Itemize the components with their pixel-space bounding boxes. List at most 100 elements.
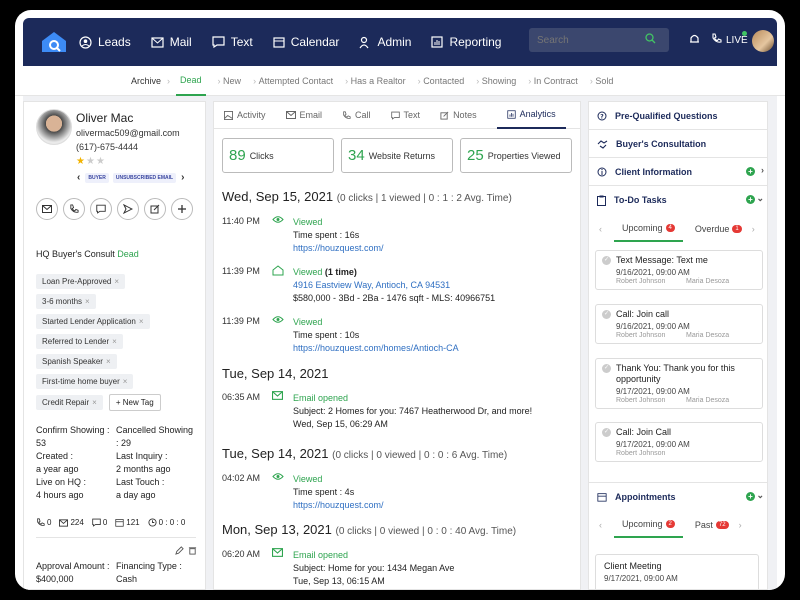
user-avatar[interactable] (752, 30, 774, 52)
metric-website-returns: 34 Website Returns (341, 138, 453, 173)
tab-upcoming[interactable]: Upcoming 4 (614, 216, 683, 242)
tag-item[interactable]: First-time home buyer × (36, 374, 134, 389)
tab-text[interactable]: Text (390, 102, 420, 129)
contact-phone[interactable]: (617)-675-4444 (76, 142, 138, 152)
chevron-down-icon[interactable]: ⌄ (756, 193, 764, 204)
stat-value: a day ago (116, 490, 156, 500)
tab-upcoming-appointments[interactable]: Upcoming 2 (614, 512, 683, 538)
send-action-button[interactable] (117, 198, 139, 220)
nav-label: Leads (98, 35, 131, 49)
nav-calendar[interactable]: Calendar (273, 35, 339, 49)
task-card[interactable]: ✓ Call: Join call 9/16/2021, 09:00 AM Rober… (595, 304, 763, 344)
tab-call[interactable]: Call (342, 102, 371, 129)
star-icon[interactable]: ★ (96, 156, 106, 167)
stat-value: a year ago (36, 464, 79, 474)
remove-tag-icon[interactable]: × (85, 297, 90, 306)
tab-notes[interactable]: Notes (440, 102, 477, 129)
check-icon[interactable]: ✓ (602, 364, 611, 373)
task-card[interactable]: ✓ Text Message: Text me 9/16/2021, 09:00 A… (595, 250, 763, 290)
consult-status-value[interactable]: Dead (117, 249, 139, 259)
event-link[interactable]: https://houzquest.com/homes/Antioch-CA (293, 342, 573, 355)
check-icon[interactable]: ✓ (602, 310, 611, 319)
new-tag-button[interactable]: + New Tag (108, 394, 161, 411)
task-assignee: Maria Desoza (686, 278, 730, 285)
tag-item[interactable]: Loan Pre-Approved × (36, 274, 126, 289)
stage-archive[interactable]: Archive › (131, 66, 170, 96)
section-todo[interactable]: To-Do Tasks + ⌄ (589, 186, 767, 214)
chevron-left-icon[interactable]: ‹ (599, 224, 602, 234)
search-icon[interactable] (645, 33, 656, 44)
event-link[interactable]: https://houzquest.com/ (293, 242, 573, 255)
trash-icon[interactable] (188, 546, 197, 555)
stage-new[interactable]: › New (212, 66, 242, 96)
stage-dead[interactable]: Dead (176, 66, 206, 96)
add-icon[interactable]: + (746, 492, 755, 501)
chevron-down-icon[interactable]: ⌄ (756, 490, 764, 501)
nav-admin[interactable]: Admin (359, 35, 411, 49)
chevron-left-icon[interactable]: ‹ (77, 172, 80, 183)
tag-item[interactable]: Spanish Speaker × (36, 354, 117, 369)
task-card[interactable]: ✓ Thank You: Thank you for this opportuni… (595, 358, 763, 409)
add-icon[interactable]: + (746, 167, 755, 176)
contact-email[interactable]: olivermac509@gmail.com (76, 128, 180, 138)
add-action-button[interactable] (171, 198, 193, 220)
email-action-button[interactable] (36, 198, 58, 220)
section-appointments[interactable]: Appointments + ⌄ (589, 482, 767, 510)
day-header: Mon, Sep 13, 2021 (0 clicks | 0 viewed |… (222, 522, 516, 537)
add-icon[interactable]: + (746, 195, 755, 204)
chevron-left-icon[interactable]: ‹ (599, 520, 602, 530)
stage-attempted-contact[interactable]: › Attempted Contact (247, 66, 333, 96)
live-label[interactable]: LIVE (726, 35, 748, 46)
tag-item[interactable]: Referred to Lender × (36, 334, 123, 349)
nav-reporting[interactable]: Reporting (431, 35, 501, 49)
remove-tag-icon[interactable]: × (106, 357, 111, 366)
pencil-icon[interactable] (175, 546, 184, 555)
stage-has-realtor[interactable]: › Has a Realtor (339, 66, 406, 96)
tab-past-appointments[interactable]: Past 72 (695, 512, 729, 538)
star-icon[interactable]: ★ (76, 156, 86, 167)
event-link[interactable]: https://houzquest.com/ (293, 499, 573, 512)
remove-tag-icon[interactable]: × (114, 277, 119, 286)
nav-mail[interactable]: Mail (151, 35, 192, 49)
chevron-right-icon[interactable]: › (181, 172, 184, 183)
stage-label: Has a Realtor (350, 75, 406, 86)
bell-icon[interactable] (689, 33, 700, 45)
tab-overdue[interactable]: Overdue 1 (695, 216, 742, 242)
nav-text[interactable]: Text (212, 35, 253, 49)
remove-tag-icon[interactable]: × (112, 337, 117, 346)
star-icon[interactable]: ★ (86, 156, 96, 167)
phone-icon[interactable] (711, 33, 722, 44)
chevron-right-icon[interactable]: › (752, 224, 755, 234)
task-card[interactable]: ✓ Call: Join Call 9/17/2021, 09:00 AM Rober… (595, 422, 763, 462)
stage-sold[interactable]: › Sold (584, 66, 614, 96)
tag-item[interactable]: Started Lender Application × (36, 314, 150, 329)
appointment-card[interactable]: Client Meeting 9/17/2021, 09:00 AM (595, 554, 759, 589)
tag-item[interactable]: 3-6 months × (36, 294, 96, 309)
section-buyer-consultation[interactable]: Buyer's Consultation (589, 130, 767, 158)
tab-email[interactable]: Email (285, 102, 322, 129)
stage-showing[interactable]: › Showing (470, 66, 516, 96)
event-link[interactable]: 4916 Eastview Way, Antioch, CA 94531 (293, 279, 573, 292)
tab-analytics[interactable]: Analytics (496, 102, 566, 129)
section-client-info[interactable]: Client Information + › (589, 158, 767, 186)
remove-tag-icon[interactable]: × (92, 398, 97, 407)
check-icon[interactable]: ✓ (602, 256, 611, 265)
rating-stars[interactable]: ★★★ (76, 156, 106, 167)
stage-contacted[interactable]: › Contacted (412, 66, 465, 96)
edit-action-button[interactable] (144, 198, 166, 220)
section-pre-qualified[interactable]: ? Pre-Qualified Questions (589, 102, 767, 130)
event-title-extra: (1 time) (324, 267, 357, 277)
chevron-right-icon[interactable]: › (739, 520, 742, 530)
remove-tag-icon[interactable]: × (123, 377, 128, 386)
chevron-right-icon[interactable]: › (761, 165, 764, 175)
remove-tag-icon[interactable]: × (139, 317, 144, 326)
nav-leads[interactable]: Leads (79, 35, 131, 49)
stage-in-contract[interactable]: › In Contract (522, 66, 578, 96)
logo-icon[interactable] (41, 31, 67, 53)
check-icon[interactable]: ✓ (602, 428, 611, 437)
tab-activity[interactable]: Activity (224, 102, 266, 129)
text-action-button[interactable] (90, 198, 112, 220)
tag-item[interactable]: Credit Repair × (36, 395, 103, 410)
call-action-button[interactable] (63, 198, 85, 220)
section-title: To-Do Tasks (614, 195, 667, 205)
